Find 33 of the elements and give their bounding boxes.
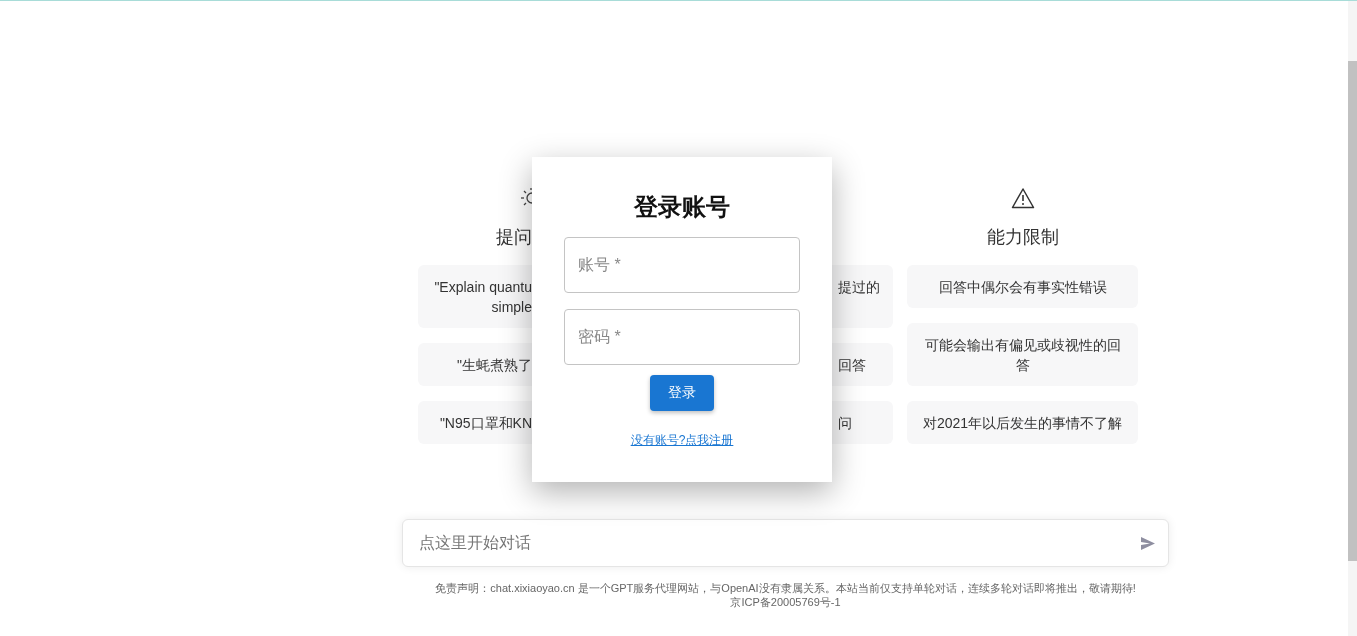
example-card[interactable]: 提过的 (832, 265, 893, 328)
send-icon[interactable] (1141, 537, 1155, 550)
column-heading: 提问 (496, 226, 532, 249)
sun-icon (521, 188, 532, 208)
scrollbar[interactable] (1348, 1, 1357, 636)
column-heading: 能力限制 (986, 226, 1059, 249)
card-text: 回答中偶尔会有事实性错误 (938, 277, 1107, 297)
example-card[interactable]: 回答中偶尔会有事实性错误 (907, 265, 1138, 308)
example-card[interactable]: 回答 (832, 343, 893, 386)
dialog-title: 登录账号 (634, 192, 730, 222)
card-text: simple (491, 297, 532, 317)
login-button[interactable]: 登录 (650, 375, 714, 411)
card-text: 可能会输出有偏见或歧视性的回答 (923, 335, 1122, 375)
example-card[interactable]: "N95口罩和KN (418, 401, 532, 444)
card-text: 提过的 (838, 277, 880, 297)
card-text: "生蚝煮熟了 (457, 355, 532, 375)
warning-icon (1010, 187, 1035, 209)
chat-input-field[interactable]: 点这里开始对话 (402, 519, 1169, 567)
register-link[interactable]: 没有账号?点我注册 (630, 432, 734, 448)
card-text: 回答 (838, 355, 866, 375)
card-text: "N95口罩和KN (439, 413, 532, 433)
input-field[interactable]: 账号 * (564, 237, 800, 293)
card-text: "Explain quantu (434, 277, 532, 297)
footer-text: 免责声明：chat.xixiaoyao.cn 是一个GPT服务代理网站，与OpenAI没有隶属关系。本站当前仅支持单轮对话，连续多轮对话即将推出，敬请期待! (435, 581, 1136, 595)
card-text: 问 (838, 413, 852, 433)
example-card[interactable]: "生蚝煮熟了 (418, 343, 532, 386)
example-card[interactable]: 问 (832, 401, 893, 444)
example-card[interactable]: 可能会输出有偏见或歧视性的回答 (907, 323, 1138, 386)
input-field[interactable]: 密码 * (564, 309, 800, 365)
card-text: 对2021年以后发生的事情不了解 (922, 413, 1123, 433)
example-card[interactable]: "Explain quantu simple (418, 265, 532, 328)
footer-text: 京ICP备20005769号-1 (730, 595, 841, 609)
example-card[interactable]: 对2021年以后发生的事情不了解 (907, 401, 1138, 444)
